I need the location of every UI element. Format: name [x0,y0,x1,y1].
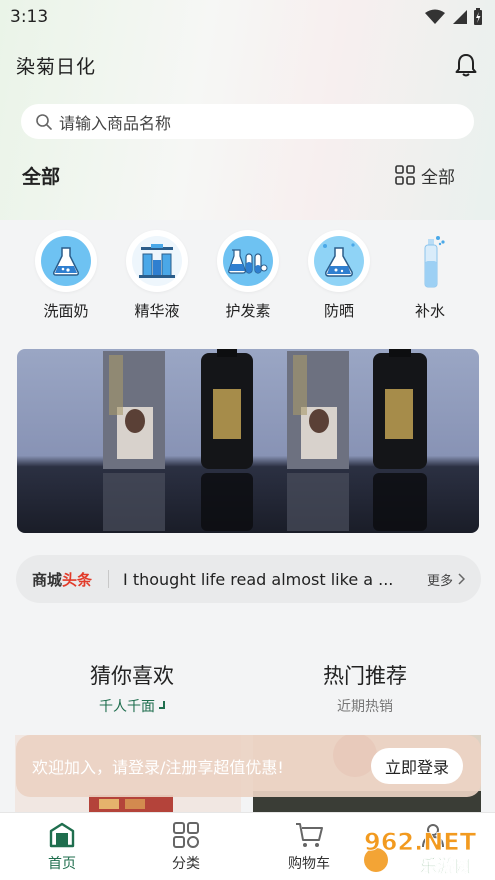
search-icon [36,113,52,130]
app-title: 染菊日化 [16,55,97,78]
category-circle-inner [132,236,182,286]
login-button[interactable]: 立即登录 [370,748,463,784]
login-prompt-banner: 欢迎加入，请登录/注册享超值优惠! 立即登录 [16,735,481,797]
news-tag: 商城头条 [32,569,92,590]
category-label: 补水 [414,302,445,320]
test-tubes-icon [228,249,268,274]
status-bar: 3:13 [0,0,495,34]
watermark-logo: 962.NET 乐游网 [362,824,490,878]
section-title: 全部 [22,165,61,188]
category-label: 防晒 [323,302,354,320]
category-icon [173,822,199,848]
tab-cart[interactable]: 购物车 [264,821,354,873]
tab-label: 购物车 [288,856,330,872]
category-circle [126,230,188,292]
login-prompt-text: 欢迎加入，请登录/注册享超值优惠! [32,758,284,777]
tab-hot-recommend[interactable]: 热门推荐 近期热销 [265,660,465,716]
tab-subtitle-text: 千人千面 [99,699,155,715]
watermark-text: 962.NET [364,828,477,856]
category-section-header: 全部 全部 [0,158,495,192]
category-item-sunscreen[interactable]: 防晒 [299,230,379,321]
news-more-label: 更多 [426,573,453,589]
watermark-sub: 乐游网 [420,856,471,876]
tab-subtitle: 千人千面 [32,696,232,716]
category-circle-inner [41,236,91,286]
tab-category[interactable]: 分类 [141,821,231,873]
news-divider [108,570,110,588]
category-item-serum[interactable]: 精华液 [117,230,197,321]
category-circle [399,230,461,292]
status-icons [425,8,483,26]
news-tag-headline: 头条 [62,570,93,589]
view-all-label: 全部 [421,167,455,188]
tab-subtitle: 近期热销 [337,699,393,715]
wifi-icon [425,9,445,24]
category-circle [35,230,97,292]
grid-icon [395,165,415,185]
tab-label: 分类 [172,856,200,872]
battery-icon [474,8,482,25]
tab-home[interactable]: 首页 [17,821,107,873]
recommend-tabs: 猜你喜欢 千人千面 热门推荐 近期热销 [0,660,495,720]
search-input[interactable]: 请输入商品名称 [21,104,474,139]
category-item-conditioner[interactable]: 护发素 [208,230,288,321]
active-tick-icon [159,701,165,709]
news-headline-text: I thought life read almost like a ... [123,569,394,589]
beaker-icon [323,243,355,277]
category-label: 洗面奶 [43,302,89,320]
flask-icon [53,247,79,276]
view-all-button[interactable]: 全部 [395,163,455,188]
lab-equipment-icon [139,244,175,278]
watermark-graphic: 962.NET 乐游网 [364,828,477,878]
status-time: 3:13 [10,7,49,27]
tab-title: 猜你喜欢 [90,664,174,688]
category-item-hydrating[interactable]: 补水 [390,230,470,321]
category-circle-inner [314,236,364,286]
signal-icon [453,10,467,24]
home-icon [49,822,75,848]
tab-guess-you-like[interactable]: 猜你喜欢 千人千面 [32,660,232,716]
category-circle [308,230,370,292]
spray-bottle-icon [424,236,445,288]
bell-icon[interactable] [453,52,479,78]
category-circle [217,230,279,292]
promo-banner[interactable] [17,349,479,533]
category-label: 精华液 [134,302,180,320]
tab-title: 热门推荐 [323,664,407,688]
search-placeholder: 请输入商品名称 [59,113,172,133]
news-tag-mall: 商城 [32,570,63,589]
category-circle-inner [223,236,273,286]
chevron-right-icon [458,573,465,585]
category-item-cleanser[interactable]: 洗面奶 [26,230,106,321]
news-ticker[interactable]: 商城头条 I thought life read almost like a .… [16,555,481,603]
banner-product-image [103,349,427,531]
news-more-button[interactable]: 更多 [427,570,465,589]
category-label: 护发素 [225,302,271,320]
category-list: 洗面奶 精华液 护发素 防晒 补水 [0,230,495,330]
app-header: 染菊日化 [0,48,495,82]
cart-icon [296,823,323,847]
tab-label: 首页 [48,856,76,872]
